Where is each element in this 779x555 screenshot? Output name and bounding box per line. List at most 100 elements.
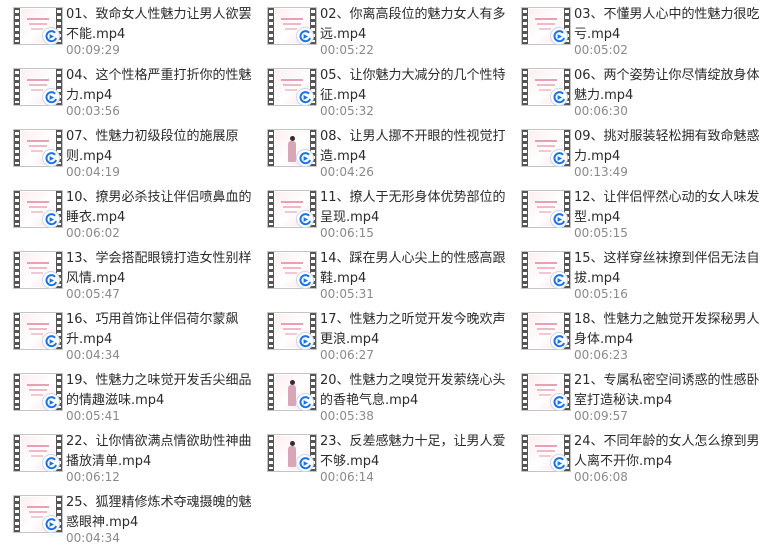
media-player-badge-icon bbox=[550, 27, 568, 45]
file-duration: 00:05:38 bbox=[320, 409, 374, 423]
film-strip-left bbox=[522, 130, 528, 166]
file-name: 12、让伴侣怦然心动的女人味发型.mp4 bbox=[574, 190, 760, 225]
media-player-badge-icon bbox=[550, 454, 568, 472]
file-item[interactable]: 10、撩男必杀技让伴侣喷鼻血的睡衣.mp4 00:06:02 bbox=[0, 185, 254, 243]
media-player-badge-icon bbox=[296, 271, 314, 289]
file-name: 10、撩男必杀技让伴侣喷鼻血的睡衣.mp4 bbox=[66, 190, 252, 225]
file-item[interactable]: 15、这样穿丝袜撩到伴侣无法自拔.mp4 00:05:16 bbox=[508, 246, 762, 304]
file-item[interactable]: 18、性魅力之触觉开发探秘男人身体.mp4 00:06:23 bbox=[508, 307, 762, 365]
file-duration: 00:03:56 bbox=[66, 104, 120, 118]
film-strip-left bbox=[522, 252, 528, 288]
film-strip-left bbox=[14, 313, 20, 349]
film-strip-left bbox=[14, 130, 20, 166]
media-player-badge-icon bbox=[550, 332, 568, 350]
file-duration: 00:06:02 bbox=[66, 226, 120, 240]
file-item[interactable]: 11、撩人于无形身体优势部位的呈现.mp4 00:06:15 bbox=[254, 185, 508, 243]
file-item[interactable]: 21、专属私密空间诱惑的性感卧室打造秘诀.mp4 00:09:57 bbox=[508, 368, 762, 426]
file-duration: 00:06:12 bbox=[66, 470, 120, 484]
file-duration: 00:09:57 bbox=[574, 409, 628, 423]
film-strip-left bbox=[268, 374, 274, 410]
file-duration: 00:05:31 bbox=[320, 287, 374, 301]
file-name: 24、不同年龄的女人怎么撩到男人离不开你.mp4 bbox=[574, 434, 760, 469]
file-item[interactable]: 01、致命女人性魅力让男人欲罢不能.mp4 00:09:29 bbox=[0, 2, 254, 60]
media-player-badge-icon bbox=[42, 454, 60, 472]
file-item[interactable]: 22、让你情欲满点情欲助性神曲播放清单.mp4 00:06:12 bbox=[0, 429, 254, 487]
file-item[interactable]: 25、狐狸精修炼术夺魂摄魄的魅惑眼神.mp4 00:04:34 bbox=[0, 490, 254, 548]
file-name: 08、让男人挪不开眼的性视觉打造.mp4 bbox=[320, 129, 506, 164]
file-item[interactable]: 23、反差感魅力十足，让男人爱不够.mp4 00:06:14 bbox=[254, 429, 508, 487]
media-player-badge-icon bbox=[42, 271, 60, 289]
film-strip-left bbox=[14, 69, 20, 105]
film-strip-left bbox=[268, 435, 274, 471]
file-name: 15、这样穿丝袜撩到伴侣无法自拔.mp4 bbox=[574, 251, 760, 286]
film-strip-left bbox=[268, 191, 274, 227]
file-name: 13、学会搭配眼镜打造女性别样风情.mp4 bbox=[66, 251, 252, 286]
media-player-badge-icon bbox=[42, 210, 60, 228]
film-strip-left bbox=[522, 374, 528, 410]
presenter-figure bbox=[288, 380, 296, 406]
file-duration: 00:06:27 bbox=[320, 348, 374, 362]
file-item[interactable]: 12、让伴侣怦然心动的女人味发型.mp4 00:05:15 bbox=[508, 185, 762, 243]
file-name: 20、性魅力之嗅觉开发萦绕心头的香艳气息.mp4 bbox=[320, 373, 506, 408]
media-player-badge-icon bbox=[550, 271, 568, 289]
file-item[interactable]: 04、这个性格严重打折你的性魅力.mp4 00:03:56 bbox=[0, 63, 254, 121]
file-duration: 00:06:08 bbox=[574, 470, 628, 484]
media-player-badge-icon bbox=[296, 332, 314, 350]
media-player-badge-icon bbox=[42, 393, 60, 411]
file-item[interactable]: 19、性魅力之味觉开发舌尖细品的情趣滋味.mp4 00:05:41 bbox=[0, 368, 254, 426]
film-strip-left bbox=[14, 8, 20, 44]
file-duration: 00:05:16 bbox=[574, 287, 628, 301]
file-item[interactable]: 16、巧用首饰让伴侣荷尔蒙飙升.mp4 00:04:34 bbox=[0, 307, 254, 365]
file-name: 18、性魅力之触觉开发探秘男人身体.mp4 bbox=[574, 312, 760, 347]
media-player-badge-icon bbox=[42, 88, 60, 106]
file-duration: 00:05:41 bbox=[66, 409, 120, 423]
film-strip-left bbox=[14, 374, 20, 410]
film-strip-left bbox=[522, 313, 528, 349]
file-name: 22、让你情欲满点情欲助性神曲播放清单.mp4 bbox=[66, 434, 252, 469]
file-item[interactable]: 20、性魅力之嗅觉开发萦绕心头的香艳气息.mp4 00:05:38 bbox=[254, 368, 508, 426]
file-duration: 00:04:26 bbox=[320, 165, 374, 179]
file-item[interactable]: 06、两个姿势让你尽情绽放身体魅力.mp4 00:06:30 bbox=[508, 63, 762, 121]
media-player-badge-icon bbox=[42, 332, 60, 350]
film-strip-left bbox=[268, 313, 274, 349]
file-item[interactable]: 07、性魅力初级段位的施展原则.mp4 00:04:19 bbox=[0, 124, 254, 182]
file-item[interactable]: 13、学会搭配眼镜打造女性别样风情.mp4 00:05:47 bbox=[0, 246, 254, 304]
file-name: 21、专属私密空间诱惑的性感卧室打造秘诀.mp4 bbox=[574, 373, 760, 408]
file-duration: 00:06:14 bbox=[320, 470, 374, 484]
file-name: 04、这个性格严重打折你的性魅力.mp4 bbox=[66, 68, 252, 103]
file-item[interactable]: 02、你离高段位的魅力女人有多远.mp4 00:05:22 bbox=[254, 2, 508, 60]
file-duration: 00:13:49 bbox=[574, 165, 628, 179]
media-player-badge-icon bbox=[550, 149, 568, 167]
file-name: 25、狐狸精修炼术夺魂摄魄的魅惑眼神.mp4 bbox=[66, 495, 252, 530]
film-strip-left bbox=[268, 69, 274, 105]
media-player-badge-icon bbox=[296, 210, 314, 228]
file-duration: 00:05:47 bbox=[66, 287, 120, 301]
file-item[interactable]: 08、让男人挪不开眼的性视觉打造.mp4 00:04:26 bbox=[254, 124, 508, 182]
file-name: 09、挑对服装轻松拥有致命魅惑力.mp4 bbox=[574, 129, 760, 164]
file-item[interactable]: 09、挑对服装轻松拥有致命魅惑力.mp4 00:13:49 bbox=[508, 124, 762, 182]
media-player-badge-icon bbox=[296, 27, 314, 45]
file-item[interactable]: 03、不懂男人心中的性魅力很吃亏.mp4 00:05:02 bbox=[508, 2, 762, 60]
file-name: 06、两个姿势让你尽情绽放身体魅力.mp4 bbox=[574, 68, 760, 103]
film-strip-left bbox=[14, 496, 20, 532]
film-strip-left bbox=[522, 8, 528, 44]
file-name: 16、巧用首饰让伴侣荷尔蒙飙升.mp4 bbox=[66, 312, 239, 347]
presenter-figure bbox=[288, 441, 296, 467]
media-player-badge-icon bbox=[550, 210, 568, 228]
file-item[interactable]: 05、让你魅力大减分的几个性特征.mp4 00:05:32 bbox=[254, 63, 508, 121]
film-strip-left bbox=[522, 435, 528, 471]
file-name: 14、踩在男人心尖上的性感高跟鞋.mp4 bbox=[320, 251, 506, 286]
film-strip-left bbox=[14, 435, 20, 471]
file-item[interactable]: 24、不同年龄的女人怎么撩到男人离不开你.mp4 00:06:08 bbox=[508, 429, 762, 487]
file-name: 17、性魅力之听觉开发今晚欢声更浪.mp4 bbox=[320, 312, 506, 347]
file-name: 11、撩人于无形身体优势部位的呈现.mp4 bbox=[320, 190, 506, 225]
media-player-badge-icon bbox=[296, 149, 314, 167]
file-name: 05、让你魅力大减分的几个性特征.mp4 bbox=[320, 68, 506, 103]
file-item[interactable]: 14、踩在男人心尖上的性感高跟鞋.mp4 00:05:31 bbox=[254, 246, 508, 304]
media-player-badge-icon bbox=[550, 393, 568, 411]
media-player-badge-icon bbox=[550, 88, 568, 106]
file-duration: 00:04:19 bbox=[66, 165, 120, 179]
file-item[interactable]: 17、性魅力之听觉开发今晚欢声更浪.mp4 00:06:27 bbox=[254, 307, 508, 365]
file-duration: 00:04:34 bbox=[66, 531, 120, 545]
film-strip-left bbox=[522, 69, 528, 105]
